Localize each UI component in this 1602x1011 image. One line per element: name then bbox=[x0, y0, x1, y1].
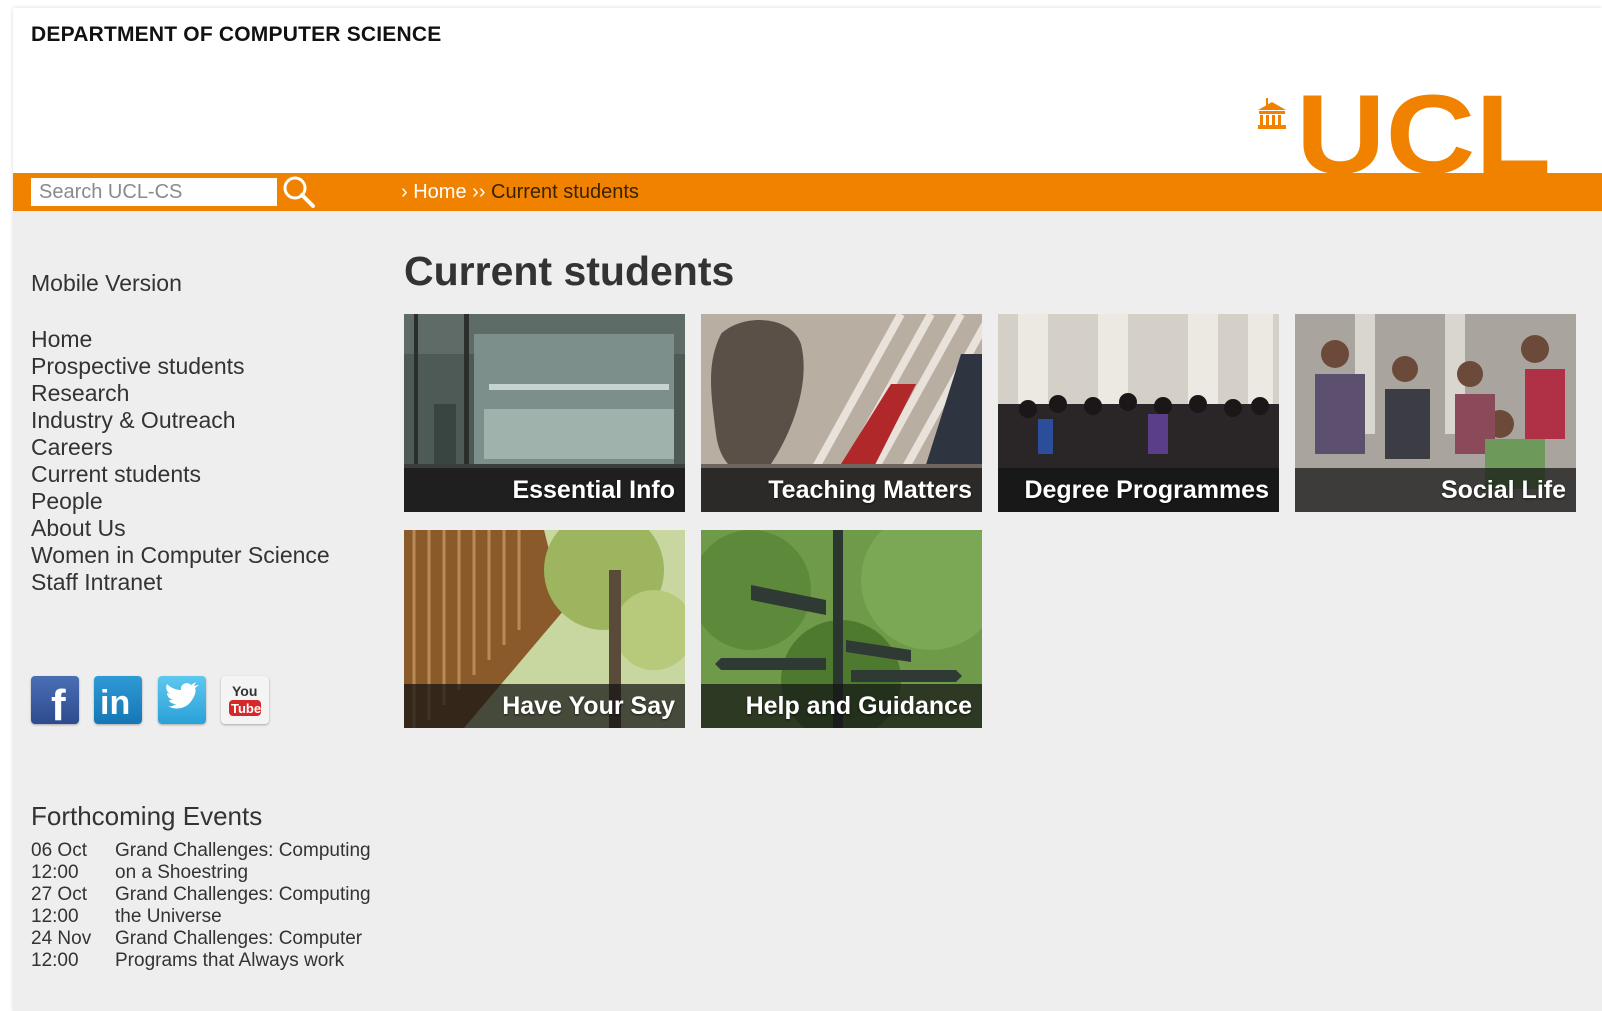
tile-caption: Essential Info bbox=[404, 468, 685, 512]
sidebar: Mobile Version Home Prospective students… bbox=[31, 270, 391, 596]
tile-caption: Social Life bbox=[1295, 468, 1576, 512]
event-time: 12:00 bbox=[31, 906, 79, 927]
event-title: Grand Challenges: Computing bbox=[115, 884, 371, 905]
event-title: the Universe bbox=[115, 906, 222, 927]
event-item[interactable]: 24 Nov 12:00 Grand Challenges: Computer Pr… bbox=[31, 928, 391, 972]
nav-item-research[interactable]: Research bbox=[31, 380, 391, 407]
event-time: 12:00 bbox=[31, 950, 79, 971]
breadcrumb: › Home ›› Current students bbox=[401, 181, 639, 204]
nav-item-women-in-cs[interactable]: Women in Computer Science bbox=[31, 542, 391, 569]
svg-text:f: f bbox=[51, 681, 66, 724]
tile-caption: Help and Guidance bbox=[701, 684, 982, 728]
nav-item-industry-outreach[interactable]: Industry & Outreach bbox=[31, 407, 391, 434]
event-title: Grand Challenges: Computing bbox=[115, 840, 371, 861]
event-title: on a Shoestring bbox=[115, 862, 249, 883]
ucl-logo-text: UCL bbox=[1296, 90, 1551, 175]
event-time: 12:00 bbox=[31, 862, 79, 883]
breadcrumb-separator: ›› bbox=[472, 181, 486, 203]
search-input[interactable] bbox=[31, 178, 277, 206]
tile-social-life[interactable]: Social Life bbox=[1295, 314, 1576, 512]
event-item[interactable]: 27 Oct 12:00 Grand Challenges: Computing t… bbox=[31, 884, 391, 928]
tile-caption: Have Your Say bbox=[404, 684, 685, 728]
search-button[interactable] bbox=[281, 175, 319, 209]
ucl-logo[interactable]: UCL bbox=[1258, 72, 1558, 197]
sidebar-nav: Home Prospective students Research Indus… bbox=[31, 326, 391, 596]
forthcoming-events: Forthcoming Events 06 Oct 12:00 Grand Cha… bbox=[31, 801, 391, 972]
tile-essential-info[interactable]: Essential Info bbox=[404, 314, 685, 512]
breadcrumb-current: Current students bbox=[491, 181, 639, 203]
event-date: 06 Oct bbox=[31, 840, 87, 861]
tile-help-and-guidance[interactable]: Help and Guidance bbox=[701, 530, 982, 728]
nav-item-staff-intranet[interactable]: Staff Intranet bbox=[31, 569, 391, 596]
event-title: Programs that Always work bbox=[115, 950, 345, 971]
linkedin-icon[interactable]: in bbox=[94, 676, 142, 724]
tile-caption: Degree Programmes bbox=[998, 468, 1279, 512]
nav-item-home[interactable]: Home bbox=[31, 326, 391, 353]
event-date: 24 Nov bbox=[31, 928, 92, 949]
site-header: DEPARTMENT OF COMPUTER SCIENCE UCL bbox=[13, 8, 1602, 197]
mobile-version-link[interactable]: Mobile Version bbox=[31, 270, 391, 297]
svg-text:in: in bbox=[100, 684, 130, 722]
svg-text:Tube: Tube bbox=[231, 701, 261, 716]
department-title: DEPARTMENT OF COMPUTER SCIENCE bbox=[31, 23, 442, 46]
events-list: 06 Oct 12:00 Grand Challenges: Computing o… bbox=[31, 840, 391, 972]
svg-text:You: You bbox=[232, 683, 257, 699]
orange-nav-bar: › Home ›› Current students bbox=[13, 173, 1602, 211]
twitter-icon[interactable] bbox=[158, 676, 206, 724]
nav-item-prospective-students[interactable]: Prospective students bbox=[31, 353, 391, 380]
page-title: Current students bbox=[404, 248, 735, 294]
nav-item-careers[interactable]: Careers bbox=[31, 434, 391, 461]
event-date: 27 Oct bbox=[31, 884, 87, 905]
facebook-icon[interactable]: f bbox=[31, 676, 79, 730]
tile-have-your-say[interactable]: Have Your Say bbox=[404, 530, 685, 728]
nav-item-current-students[interactable]: Current students bbox=[31, 461, 391, 488]
tile-caption: Teaching Matters bbox=[701, 468, 982, 512]
breadcrumb-home[interactable]: Home bbox=[413, 181, 466, 203]
tile-degree-programmes[interactable]: Degree Programmes bbox=[998, 314, 1279, 512]
portico-icon bbox=[1258, 98, 1286, 129]
tile-teaching-matters[interactable]: Teaching Matters bbox=[701, 314, 982, 512]
youtube-icon[interactable]: You Tube bbox=[221, 676, 269, 724]
event-item[interactable]: 06 Oct 12:00 Grand Challenges: Computing o… bbox=[31, 840, 391, 884]
search-icon bbox=[283, 176, 315, 208]
events-heading: Forthcoming Events bbox=[31, 801, 263, 831]
page: DEPARTMENT OF COMPUTER SCIENCE UCL Searc… bbox=[13, 8, 1602, 1011]
nav-item-people[interactable]: People bbox=[31, 488, 391, 515]
event-title: Grand Challenges: Computer bbox=[115, 928, 363, 949]
breadcrumb-separator: › bbox=[401, 181, 408, 203]
nav-item-about-us[interactable]: About Us bbox=[31, 515, 391, 542]
